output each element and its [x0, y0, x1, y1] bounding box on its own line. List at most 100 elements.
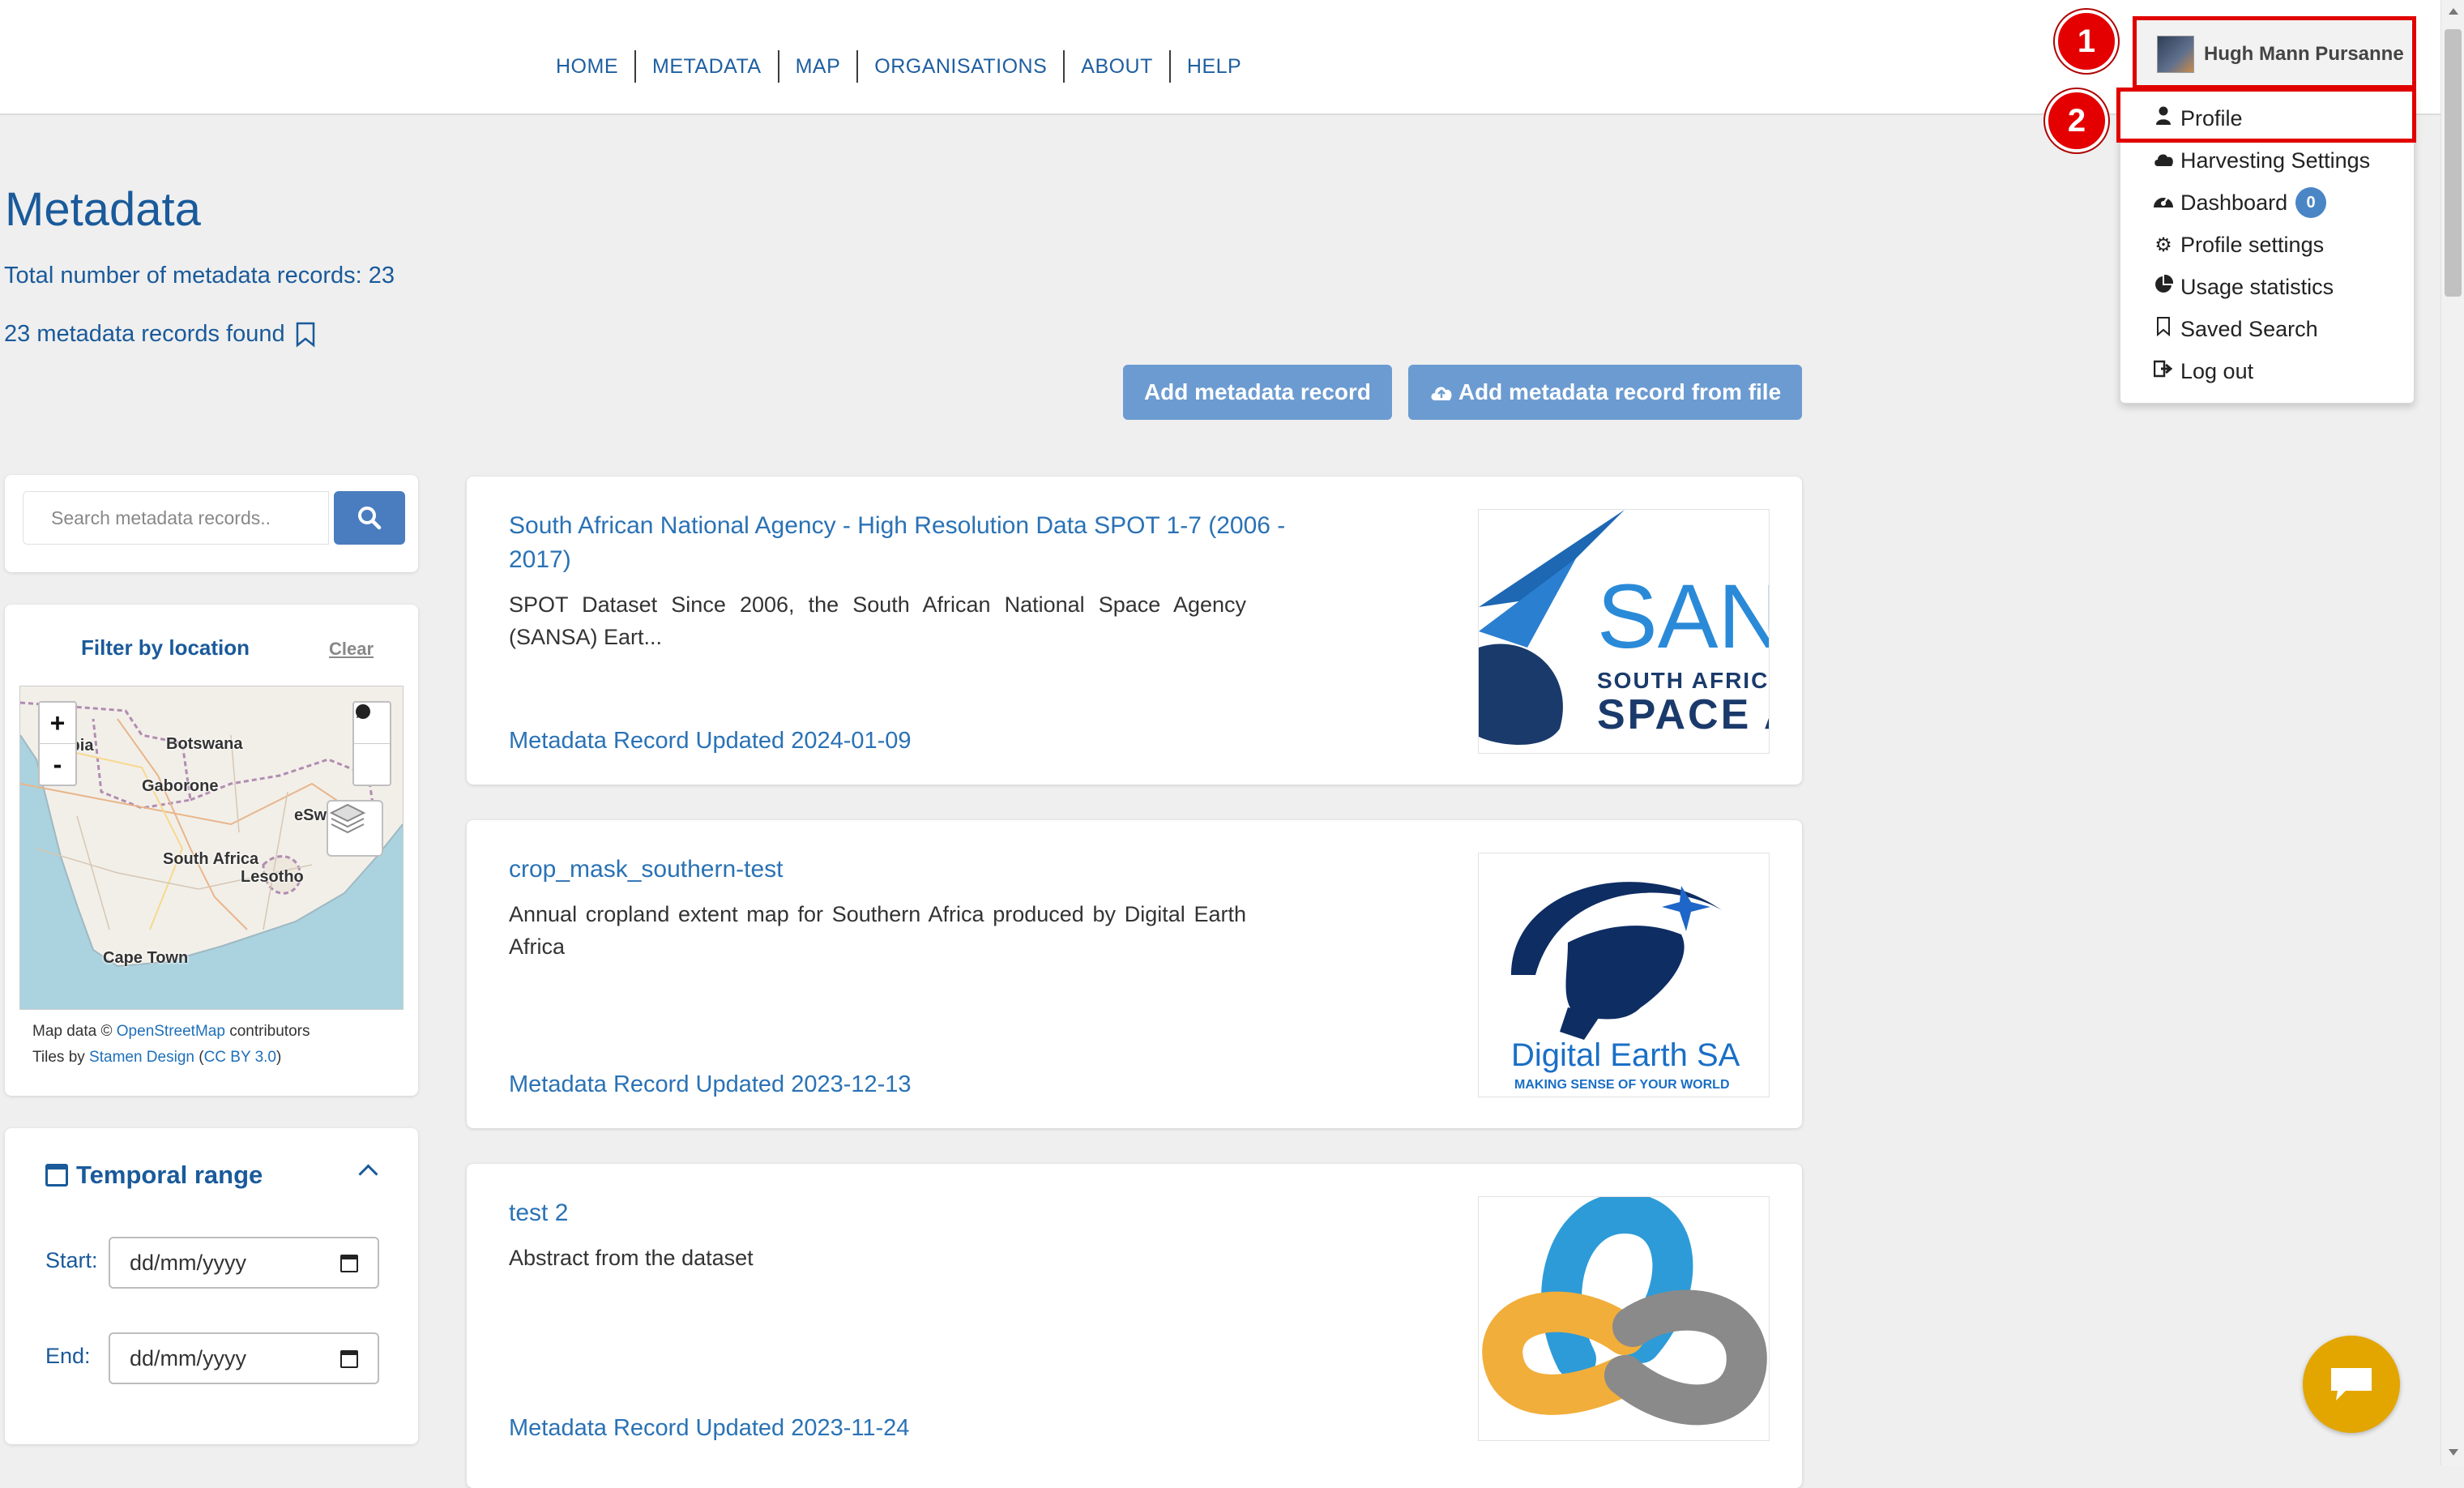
dashboard-icon [2153, 191, 2174, 215]
add-metadata-from-file-button[interactable]: Add metadata record from file [1408, 365, 1802, 420]
record-card: South African National Agency - High Res… [467, 477, 1802, 785]
map-label: Lesotho [241, 868, 304, 886]
cloud-icon [2153, 150, 2174, 173]
map-label: Gaborone [142, 777, 219, 795]
menu-item-label: Usage statistics [2180, 275, 2334, 299]
temporal-range-title: Temporal range [76, 1161, 263, 1189]
cc-by-link[interactable]: CC BY 3.0 [204, 1049, 276, 1066]
circle-icon [356, 704, 370, 719]
attribution-text: Map data © [32, 1023, 117, 1040]
zoom-in-button[interactable]: + [40, 703, 75, 743]
records-found-text: 23 metadata records found [4, 321, 285, 347]
attribution-text: contributors [224, 1023, 310, 1040]
clear-filter-link[interactable]: Clear [329, 639, 374, 660]
search-panel: Search metadata records.. [5, 475, 418, 572]
temporal-range-panel: Temporal range Start: dd/mm/yyyy End: dd… [5, 1128, 418, 1444]
menu-item-label: Log out [2180, 359, 2254, 383]
dashboard-count-badge: 0 [2295, 187, 2327, 218]
search-input[interactable]: Search metadata records.. [23, 491, 329, 545]
digital-earth-logo-graphic: Digital Earth SA MAKING SENSE OF YOUR WO… [1511, 882, 1740, 1092]
total-records-count: Total number of metadata records: 23 [4, 263, 395, 289]
map-label: Botswana [166, 735, 243, 753]
bookmark-icon[interactable] [295, 322, 316, 348]
digital-earth-sa-logo: Digital Earth SA MAKING SENSE OF YOUR WO… [1478, 853, 1770, 1097]
nav-metadata[interactable]: METADATA [636, 50, 779, 83]
nav-help[interactable]: HELP [1171, 50, 1258, 83]
calendar-icon[interactable] [340, 1255, 358, 1272]
filter-location-title: Filter by location [81, 635, 250, 660]
start-date-input[interactable]: dd/mm/yyyy [109, 1237, 379, 1289]
menu-item-usage-statistics[interactable]: Usage statistics [2153, 274, 2334, 300]
openstreetmap-link[interactable]: OpenStreetMap [117, 1023, 225, 1040]
record-title-link[interactable]: crop_mask_southern-test [509, 853, 1352, 887]
record-updated-date: Metadata Record Updated 2023-11-24 [509, 1415, 910, 1441]
main-nav: HOME METADATA MAP ORGANISATIONS ABOUT HE… [543, 50, 1258, 83]
scroll-down-arrow[interactable] [2449, 1449, 2458, 1456]
calendar-icon [45, 1164, 68, 1187]
page-title: Metadata [5, 183, 201, 236]
search-icon [358, 507, 382, 530]
chat-button[interactable] [2303, 1336, 2400, 1433]
menu-item-label: Dashboard [2180, 190, 2288, 215]
layers-control[interactable] [327, 800, 383, 857]
scroll-up-arrow[interactable] [2449, 8, 2458, 15]
record-abstract: Annual cropland extent map for Southern … [509, 902, 1246, 959]
logo-text: Digital Earth SA [1511, 1037, 1740, 1073]
menu-item-harvesting-settings[interactable]: Harvesting Settings [2153, 148, 2370, 173]
logout-icon [2153, 360, 2174, 383]
search-button[interactable] [334, 491, 405, 545]
menu-item-dashboard[interactable]: Dashboard 0 [2153, 187, 2327, 218]
logo-text: SAN [1597, 566, 1769, 667]
sansa-logo: SAN SOUTH AFRICA SPACE A [1478, 509, 1770, 754]
record-updated-date: Metadata Record Updated 2024-01-09 [509, 728, 912, 754]
map-label: eSw [294, 806, 327, 824]
record-title-link[interactable]: test 2 [509, 1196, 1352, 1230]
end-date-input[interactable]: dd/mm/yyyy [109, 1332, 379, 1384]
menu-item-label: Saved Search [2180, 317, 2318, 341]
menu-item-log-out[interactable]: Log out [2153, 359, 2253, 384]
nav-map[interactable]: MAP [779, 50, 859, 83]
record-card: test 2 Abstract from the dataset Metadat… [467, 1164, 1802, 1488]
attribution-text: Tiles by [32, 1049, 90, 1066]
map-attribution-2: Tiles by Stamen Design (CC BY 3.0) [32, 1049, 281, 1067]
chat-icon [2331, 1368, 2372, 1400]
bookmark-icon [2153, 317, 2174, 342]
draw-point-button[interactable] [354, 704, 390, 785]
chevron-up-icon[interactable] [358, 1164, 378, 1184]
map-attribution-1: Map data © OpenStreetMap contributors [32, 1023, 310, 1041]
layers-icon [329, 803, 366, 834]
attribution-text: ) [275, 1049, 282, 1066]
annotation-box-1 [2133, 16, 2416, 89]
nav-organisations[interactable]: ORGANISATIONS [858, 50, 1065, 83]
nav-home[interactable]: HOME [543, 50, 636, 83]
annotation-marker-1: 1 [2055, 10, 2118, 73]
button-label: Add metadata record from file [1458, 379, 1782, 404]
location-map[interactable]: ibia Botswana Gaborone eSw South Africa … [19, 686, 404, 1010]
sansa-logo-graphic: SAN SOUTH AFRICA SPACE A [1479, 510, 1769, 745]
attribution-text: ( [194, 1049, 204, 1066]
calendar-icon[interactable] [340, 1350, 358, 1368]
menu-item-label: Harvesting Settings [2180, 148, 2371, 173]
temporal-range-toggle[interactable]: Temporal range [45, 1161, 263, 1190]
map-label: South Africa [163, 850, 259, 868]
nav-about[interactable]: ABOUT [1065, 50, 1171, 83]
page-scrollbar[interactable] [2441, 0, 2464, 1465]
add-metadata-record-button[interactable]: Add metadata record [1123, 365, 1392, 420]
record-title-link[interactable]: South African National Agency - High Res… [509, 509, 1352, 577]
menu-item-profile-settings[interactable]: ⚙ Profile settings [2153, 233, 2324, 258]
record-updated-date: Metadata Record Updated 2023-12-13 [509, 1071, 912, 1097]
record-card: crop_mask_southern-test Annual cropland … [467, 820, 1802, 1128]
map-label: Cape Town [103, 949, 189, 967]
date-value: dd/mm/yyyy [130, 1346, 247, 1370]
menu-item-saved-search[interactable]: Saved Search [2153, 317, 2318, 342]
cloud-upload-icon [1431, 387, 1452, 400]
zoom-control: + - [38, 701, 77, 786]
logo-text: MAKING SENSE OF YOUR WORLD [1514, 1078, 1730, 1092]
zoom-out-button[interactable]: - [40, 743, 75, 785]
date-value: dd/mm/yyyy [130, 1251, 247, 1275]
menu-item-label: Profile settings [2180, 233, 2325, 257]
pie-chart-icon [2153, 274, 2174, 300]
scrollbar-thumb[interactable] [2445, 29, 2462, 297]
button-label: Add metadata record [1143, 379, 1372, 404]
stamen-design-link[interactable]: Stamen Design [89, 1049, 194, 1066]
